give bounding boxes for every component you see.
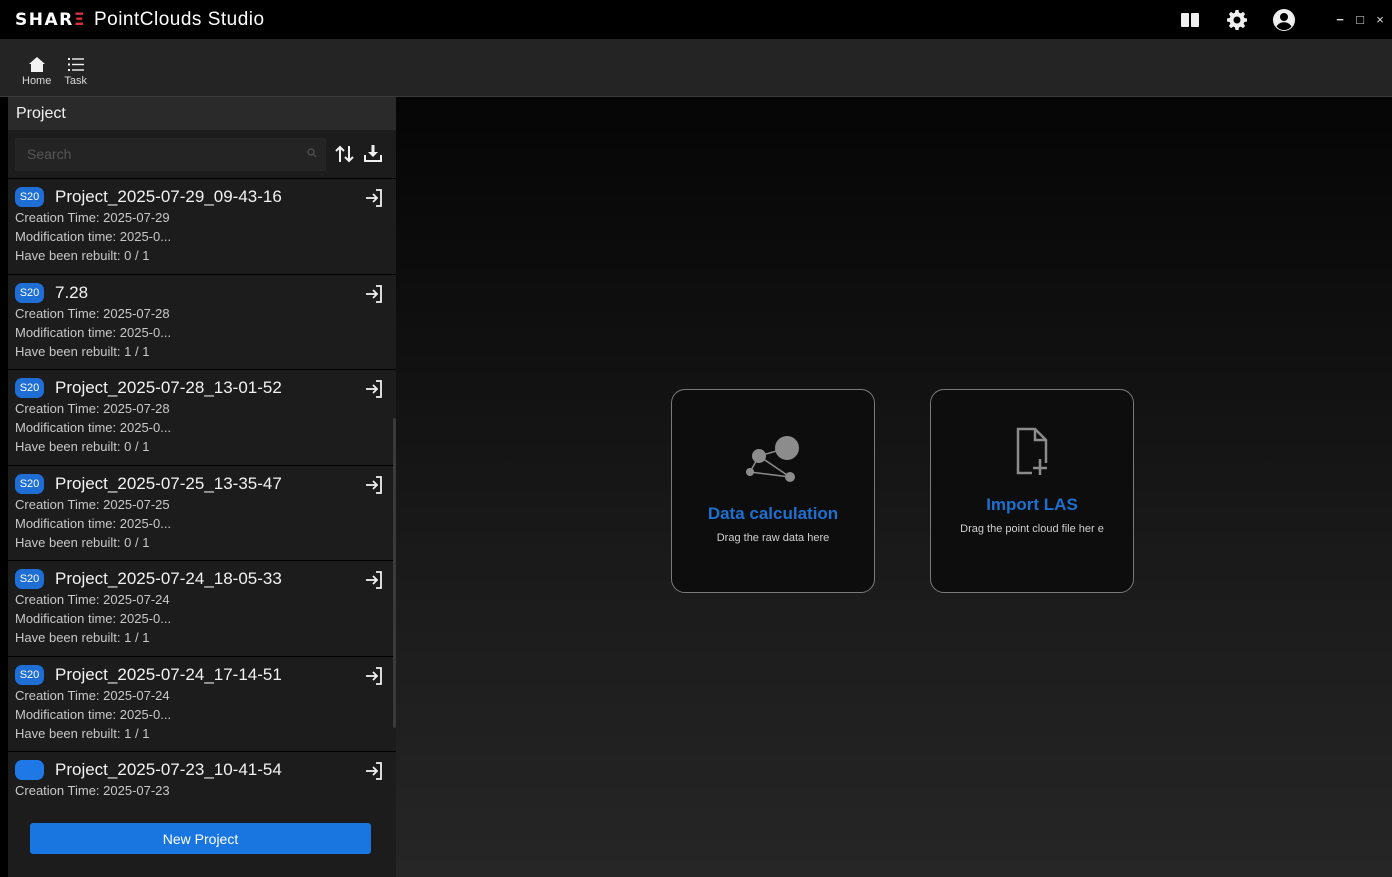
creation-time: Creation Time: 2025-07-29 (15, 210, 170, 225)
project-name: Project_2025-07-25_13-35-47 (55, 473, 282, 493)
new-project-area: New Project (8, 819, 396, 877)
settings-gear-icon[interactable] (1222, 5, 1252, 35)
creation-time: Creation Time: 2025-07-25 (15, 496, 170, 512)
main-workspace: Data calculation Drag the raw data here … (396, 97, 1392, 877)
creation-time: Creation Time: 2025-07-24 (15, 592, 170, 607)
open-project-icon[interactable] (364, 475, 384, 495)
sort-button[interactable] (332, 141, 358, 167)
modification-time: Modification time: 2025-0... (15, 229, 172, 244)
project-name: Project_2025-07-23_10-41-54 (55, 760, 282, 779)
app-title: PointClouds Studio (93, 8, 265, 30)
search-box (15, 137, 326, 171)
device-badge: S20 (15, 187, 44, 207)
home-icon (28, 57, 45, 72)
home-button[interactable]: Home (22, 57, 51, 96)
open-project-icon[interactable] (364, 570, 384, 590)
new-project-button[interactable]: New Project (30, 823, 371, 854)
close-button[interactable]: × (1370, 12, 1390, 27)
rebuilt-status: Have been rebuilt: 0 / 1 (15, 248, 150, 263)
card-title: Import LAS (986, 495, 1078, 514)
list-icon (67, 58, 84, 71)
project-name: Project_2025-07-29_09-43-16 (55, 187, 282, 206)
maximize-button[interactable]: □ (1350, 12, 1370, 27)
project-name: Project_2025-07-24_18-05-33 (55, 569, 282, 588)
rebuilt-status: Have been rebuilt: 1 / 1 (15, 343, 150, 359)
app-logo: SHARΞ (15, 9, 86, 30)
project-item[interactable]: S20 7.28 Creation Time: 2025-07-28 Modifi… (8, 273, 396, 370)
open-project-icon[interactable] (364, 761, 384, 781)
panel-title: Project (8, 97, 396, 130)
card-description: Drag the raw data here (716, 532, 830, 544)
title-bar: SHARΞ PointClouds Studio − □ × (0, 0, 1392, 39)
project-item[interactable]: Project_2025-07-23_10-41-54 Creation Tim… (8, 751, 396, 818)
open-project-icon[interactable] (364, 379, 384, 399)
device-badge: S20 (15, 569, 44, 589)
device-badge (15, 760, 44, 780)
modification-time: Modification time: 2025-0... (15, 420, 172, 435)
project-list: S20 Project_2025-07-29_09-43-16 Creation … (8, 178, 396, 818)
search-icon (307, 147, 317, 157)
home-label: Home (22, 75, 52, 87)
project-item[interactable]: S20 Project_2025-07-24_18-05-33 Creation … (8, 560, 396, 656)
modification-time: Modification time: 2025-0... (15, 611, 172, 626)
device-badge: S20 (15, 664, 44, 685)
file-add-icon (1016, 427, 1048, 477)
card-description: Drag the point cloud file her e (960, 523, 1104, 535)
user-account-icon[interactable] (1269, 5, 1299, 35)
card-title: Data calculation (707, 504, 839, 523)
search-row (8, 130, 396, 178)
modification-time: Modification time: 2025-0... (15, 515, 172, 531)
search-input[interactable] (27, 146, 287, 162)
device-badge: S20 (15, 282, 44, 303)
device-badge: S20 (15, 473, 44, 494)
project-item[interactable]: S20 Project_2025-07-28_13-01-52 Creation … (8, 369, 396, 465)
main-toolbar: Home Task (0, 39, 1392, 97)
open-project-icon[interactable] (364, 188, 384, 208)
rebuilt-status: Have been rebuilt: 1 / 1 (15, 630, 150, 645)
task-button[interactable]: Task (64, 57, 87, 96)
project-name: Project_2025-07-24_17-14-51 (55, 664, 282, 684)
project-item[interactable]: S20 Project_2025-07-29_09-43-16 Creation … (8, 178, 396, 274)
task-label: Task (64, 75, 87, 87)
nodes-icon (746, 436, 799, 482)
project-item[interactable]: S20 Project_2025-07-25_13-35-47 Creation … (8, 464, 396, 561)
rebuilt-status: Have been rebuilt: 1 / 1 (15, 725, 150, 741)
creation-time: Creation Time: 2025-07-28 (15, 401, 170, 416)
project-item[interactable]: S20 Project_2025-07-24_17-14-51 Creation … (8, 655, 396, 752)
open-project-icon[interactable] (364, 284, 384, 304)
download-icon (364, 145, 382, 162)
project-name: 7.28 (55, 282, 89, 302)
sort-icon (335, 145, 354, 163)
device-badge: S20 (15, 378, 44, 398)
app-brand: SHARΞ PointClouds Studio (15, 9, 265, 31)
minimize-button[interactable]: − (1330, 12, 1350, 27)
project-panel: Project S20 Project_2025-07-29_09-43-16 C… (8, 97, 396, 877)
open-project-icon[interactable] (364, 666, 384, 686)
rebuilt-status: Have been rebuilt: 0 / 1 (15, 439, 150, 454)
modification-time: Modification time: 2025-0... (15, 324, 172, 340)
creation-time: Creation Time: 2025-07-24 (15, 687, 170, 703)
creation-time: Creation Time: 2025-07-28 (15, 305, 170, 321)
import-project-button[interactable] (360, 141, 386, 167)
import-las-card[interactable]: Import LAS Drag the point cloud file her… (930, 389, 1134, 593)
project-name: Project_2025-07-28_13-01-52 (55, 378, 282, 397)
rebuilt-status: Have been rebuilt: 0 / 1 (15, 534, 150, 550)
data-calculation-card[interactable]: Data calculation Drag the raw data here (671, 389, 875, 593)
modification-time: Modification time: 2025-0... (15, 706, 172, 722)
book-icon[interactable] (1175, 5, 1205, 35)
creation-time: Creation Time: 2025-07-23 (15, 783, 170, 798)
